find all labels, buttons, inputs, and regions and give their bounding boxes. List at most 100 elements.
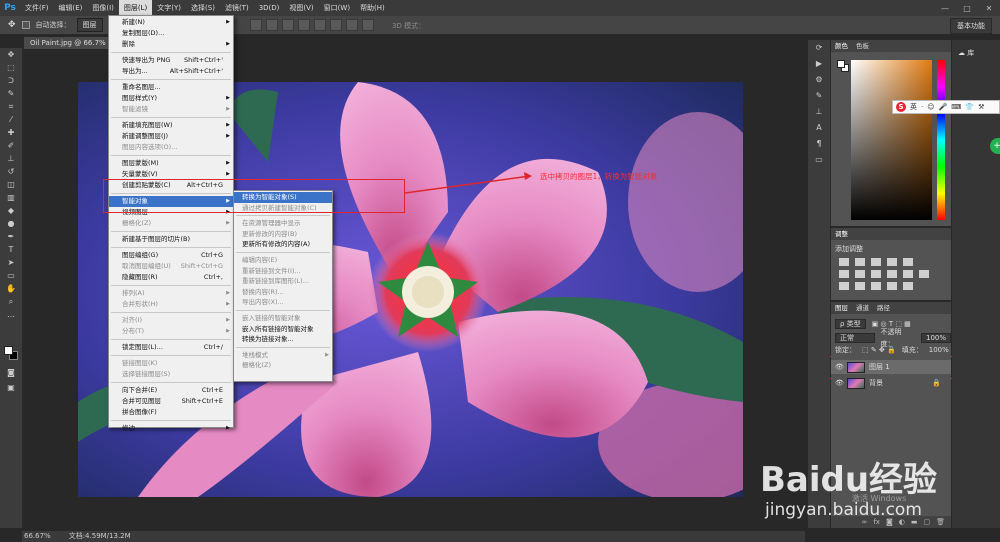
move-tool-icon[interactable]: ✥ <box>8 20 16 30</box>
bw-icon[interactable] <box>871 270 881 278</box>
layer-menu-item[interactable]: 取消图层编组(U) Shift+Ctrl+G <box>109 261 233 272</box>
layer-menu-item[interactable]: 拼合图像(F) <box>109 407 233 418</box>
autoselect-checkbox[interactable] <box>21 21 30 29</box>
brush-preset-icon[interactable]: ✎ <box>808 88 830 104</box>
ime-tools-icon[interactable]: ⚒ <box>978 103 984 111</box>
smart-object-menu-item[interactable]: 堆栈模式 ▶ <box>234 350 332 361</box>
sogou-logo[interactable]: S <box>896 102 906 112</box>
character-icon[interactable]: A <box>808 120 830 136</box>
screen-mode-icon[interactable]: ▣ <box>0 381 22 394</box>
smart-object-menu-item[interactable]: 在资源管理器中显示 <box>234 218 332 229</box>
menu-10[interactable]: 帮助(H) <box>355 0 390 16</box>
close-icon[interactable]: ✕ <box>982 4 996 13</box>
dodge-icon[interactable]: ● <box>0 217 22 230</box>
vibrance-icon[interactable] <box>903 258 913 266</box>
menu-8[interactable]: 视图(V) <box>284 0 318 16</box>
more-tools-icon[interactable]: … <box>0 308 22 321</box>
menu-6[interactable]: 滤镜(T) <box>220 0 254 16</box>
crop-tool-icon[interactable]: ⌗ <box>0 100 22 113</box>
menu-0[interactable]: 文件(F) <box>20 0 54 16</box>
fill-value[interactable]: 100% <box>929 344 949 356</box>
paragraph-icon[interactable]: ¶ <box>808 136 830 152</box>
quick-mask-icon[interactable]: ◙ <box>0 366 22 379</box>
layer-menu-item[interactable]: 图层内容选项(O)... <box>109 142 233 153</box>
trash-icon[interactable]: 🗑 <box>936 518 945 526</box>
eyedropper-icon[interactable]: ⁄ <box>0 113 22 126</box>
layer-menu-item[interactable]: 分布(T) ▶ <box>109 326 233 337</box>
library-tab[interactable]: ☁ 库 <box>958 48 974 58</box>
smart-object-menu-item[interactable]: 替换内容(R)... <box>234 287 332 298</box>
layer-menu-item[interactable]: 复制图层(D)... <box>109 28 233 39</box>
kind-filter[interactable]: ρ 类型 <box>835 319 866 329</box>
gradient-map-icon[interactable] <box>887 282 897 290</box>
layer-menu-item[interactable]: 隐藏图层(R) Ctrl+, <box>109 272 233 283</box>
tab-layers[interactable]: 图层 <box>835 302 848 314</box>
layer-row-background[interactable]: 👁 背景 🔒 <box>831 376 951 390</box>
eye-icon[interactable]: 👁 <box>835 379 844 387</box>
pen-tool-icon[interactable]: ✒ <box>0 230 22 243</box>
opacity-input[interactable]: 100% <box>920 333 951 343</box>
layer-menu-item[interactable]: 对齐(I) ▶ <box>109 315 233 326</box>
ime-lang[interactable]: 英 <box>910 102 917 112</box>
tab-swatches[interactable]: 色板 <box>856 40 869 52</box>
tab-color[interactable]: 颜色 <box>835 40 848 52</box>
layer-menu-item[interactable]: 图层样式(Y) ▶ <box>109 93 233 104</box>
gear-icon[interactable]: ⚙ <box>808 72 830 88</box>
layer-menu-item[interactable]: 图层编组(G) Ctrl+G <box>109 250 233 261</box>
tab-adjustments[interactable]: 调整 <box>835 228 848 240</box>
layer-menu-item[interactable]: 栅格化(Z) ▶ <box>109 218 233 229</box>
marquee-tool-icon[interactable]: ⬚ <box>0 61 22 74</box>
clone-stamp-icon[interactable]: ⊥ <box>0 152 22 165</box>
brightness-icon[interactable] <box>839 258 849 266</box>
actions-icon[interactable]: ▶ <box>808 56 830 72</box>
smart-object-menu-item[interactable]: 嵌入所有链接的智能对象 <box>234 324 332 335</box>
move-tool-icon[interactable]: ✥ <box>0 48 22 61</box>
layer-menu-item[interactable]: 新建调整图层(J) ▶ <box>109 131 233 142</box>
menu-3[interactable]: 图层(L) <box>118 0 153 16</box>
maximize-icon[interactable]: □ <box>960 4 974 13</box>
exposure-icon[interactable] <box>887 258 897 266</box>
invert-icon[interactable] <box>839 282 849 290</box>
ime-punct-icon[interactable]: · <box>921 103 923 111</box>
smart-object-menu-item[interactable]: 编辑内容(E) <box>234 255 332 266</box>
layer-menu-item[interactable]: 图层蒙版(M) ▶ <box>109 158 233 169</box>
align-icon[interactable] <box>346 19 358 31</box>
layer-menu-item[interactable]: 排列(A) ▶ <box>109 288 233 299</box>
balance-icon[interactable] <box>855 270 865 278</box>
properties-icon[interactable]: ▭ <box>808 152 830 168</box>
smart-object-menu-item[interactable]: 更新所有修改的内容(A) <box>234 239 332 250</box>
ime-mic-icon[interactable]: 🎤 <box>939 103 948 111</box>
tab-channels[interactable]: 通道 <box>856 302 869 314</box>
smart-object-menu-item[interactable]: 栅格化(Z) <box>234 360 332 371</box>
align-icon[interactable] <box>314 19 326 31</box>
healing-brush-icon[interactable]: ✚ <box>0 126 22 139</box>
layer-menu-item[interactable]: 删除 ▶ <box>109 39 233 50</box>
curves-icon[interactable] <box>871 258 881 266</box>
zoom-tool-icon[interactable]: ⌕ <box>0 295 22 308</box>
smart-object-menu-item[interactable]: 重新链接到文件(I)... <box>234 266 332 277</box>
layer-menu-item[interactable]: 导出为... Alt+Shift+Ctrl+' <box>109 66 233 77</box>
layer-menu-item[interactable]: 选择链接图层(S) <box>109 369 233 380</box>
menu-9[interactable]: 窗口(W) <box>319 0 355 16</box>
gradient-icon[interactable]: ▥ <box>0 191 22 204</box>
hue-slider[interactable] <box>937 60 945 220</box>
quick-select-icon[interactable]: ✎ <box>0 87 22 100</box>
lasso-tool-icon[interactable]: ᑐ <box>0 74 22 87</box>
minimize-icon[interactable]: — <box>938 4 952 13</box>
ime-keyboard-icon[interactable]: ⌨ <box>951 103 961 111</box>
lookup-icon[interactable] <box>919 270 929 278</box>
workspace-select[interactable]: 基本功能 <box>950 18 992 34</box>
align-icon[interactable] <box>282 19 294 31</box>
layer-menu-item[interactable]: 链接图层(K) <box>109 358 233 369</box>
shape-tool-icon[interactable]: ▭ <box>0 269 22 282</box>
align-icon[interactable] <box>266 19 278 31</box>
align-icon[interactable] <box>298 19 310 31</box>
history-brush-icon[interactable]: ↺ <box>0 165 22 178</box>
type-tool-icon[interactable]: T <box>0 243 22 256</box>
new-layer-icon[interactable]: ▢ <box>923 518 930 526</box>
layer-menu-item[interactable]: 新建填充图层(W) ▶ <box>109 120 233 131</box>
photo-filter-icon[interactable] <box>887 270 897 278</box>
align-icon[interactable] <box>362 19 374 31</box>
smart-object-menu-item[interactable]: 导出内容(X)... <box>234 297 332 308</box>
ime-emoji-icon[interactable]: ☺ <box>927 103 934 111</box>
